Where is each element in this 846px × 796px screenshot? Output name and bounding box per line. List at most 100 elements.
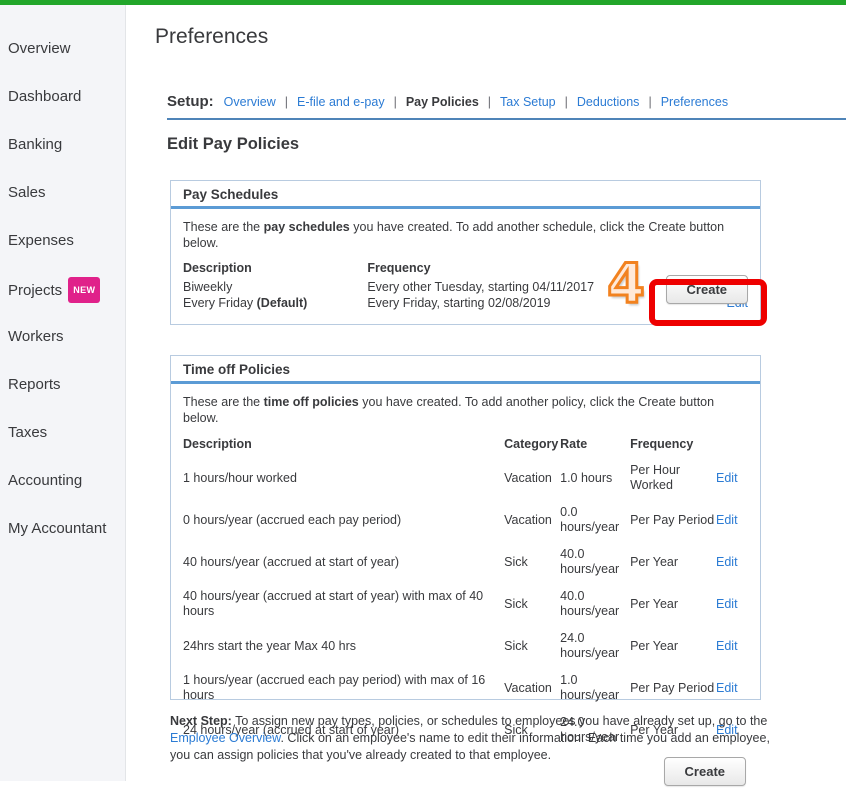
cell-description: 40 hours/year (accrued at start of year) bbox=[183, 554, 400, 569]
edit-link[interactable]: Edit bbox=[716, 471, 738, 485]
sidebar-item-label: Dashboard bbox=[8, 88, 82, 106]
intro-text-bold: time off policies bbox=[263, 395, 359, 409]
cell-description: 0 hours/year (accrued each pay period) bbox=[183, 512, 402, 527]
cell-edit: Edit bbox=[716, 499, 748, 541]
description-text: Every Friday bbox=[183, 296, 257, 310]
cell-description: 40 hours/year (accrued at start of year)… bbox=[183, 589, 484, 618]
table-row: Biweekly Every other Tuesday, starting 0… bbox=[183, 279, 748, 295]
create-pay-schedule-button[interactable]: Create bbox=[665, 275, 748, 304]
cell-frequency: Every other Tuesday, starting 04/11/2017 bbox=[367, 280, 595, 294]
column-header-frequency: Frequency bbox=[367, 261, 431, 275]
cell-description: 1 hours/year (accrued each pay period) w… bbox=[183, 673, 486, 702]
cell-frequency: Per Pay Period bbox=[630, 680, 715, 695]
setup-link-preferences[interactable]: Preferences bbox=[661, 95, 728, 109]
sidebar-item-expenses[interactable]: Expenses bbox=[8, 230, 74, 252]
cell-rate: 24.0 hours/year bbox=[560, 631, 620, 660]
cell-frequency: Per Hour Worked bbox=[630, 463, 681, 492]
new-badge: NEW bbox=[68, 277, 101, 303]
sidebar-item-dashboard[interactable]: Dashboard bbox=[8, 86, 81, 108]
edit-link[interactable]: Edit bbox=[716, 639, 738, 653]
pay-schedules-create-wrapper: Create bbox=[665, 275, 748, 304]
description-text: Biweekly bbox=[183, 280, 233, 294]
table-row: 40 hours/year (accrued at start of year)… bbox=[183, 541, 748, 583]
setup-label: Setup: bbox=[167, 93, 214, 110]
cell-category: Vacation bbox=[504, 680, 552, 695]
next-step-label: Next Step: bbox=[170, 714, 232, 728]
column-header-frequency: Frequency bbox=[630, 437, 694, 451]
sidebar-item-reports[interactable]: Reports bbox=[8, 374, 61, 396]
sidebar-item-label: Sales bbox=[8, 184, 46, 202]
column-header-category: Category bbox=[504, 437, 559, 451]
cell-description: 1 hours/hour worked bbox=[183, 470, 297, 485]
time-off-policies-table: Description Category Rate Frequency 1 ho… bbox=[183, 434, 748, 751]
sidebar-item-projects[interactable]: Projects NEW bbox=[8, 277, 101, 303]
column-header-rate: Rate bbox=[560, 437, 588, 451]
main-content: Preferences Setup: Overview | E-file and e-… bbox=[127, 5, 846, 786]
setup-link-pay-policies[interactable]: Pay Policies bbox=[406, 95, 479, 109]
cell-description: 24hrs start the year Max 40 hrs bbox=[183, 638, 356, 653]
setup-link-tax-setup[interactable]: Tax Setup bbox=[500, 95, 556, 109]
edit-link[interactable]: Edit bbox=[716, 555, 738, 569]
setup-link-overview[interactable]: Overview bbox=[224, 95, 276, 109]
intro-text-pre: These are the bbox=[183, 395, 264, 409]
table-row: 40 hours/year (accrued at start of year)… bbox=[183, 583, 748, 625]
table-header-row: Description Frequency bbox=[183, 259, 748, 279]
pay-schedules-panel-body: These are the pay schedules you have cre… bbox=[171, 209, 760, 321]
sidebar: Overview Dashboard Banking Sales Expense… bbox=[0, 5, 126, 781]
column-header-description: Description bbox=[183, 437, 252, 451]
cell-edit: Edit bbox=[716, 667, 748, 709]
cell-category: Vacation bbox=[504, 470, 552, 485]
cell-rate: 40.0 hours/year bbox=[560, 547, 620, 576]
time-off-policies-intro: These are the time off policies you have… bbox=[183, 394, 748, 426]
setup-nav-underline bbox=[167, 118, 846, 120]
cell-category: Vacation bbox=[504, 512, 552, 527]
setup-link-deductions[interactable]: Deductions bbox=[577, 95, 640, 109]
time-off-policies-panel: Time off Policies These are the time off… bbox=[170, 355, 761, 786]
table-row: 24hrs start the year Max 40 hrs Sick 24.… bbox=[183, 625, 748, 667]
edit-link[interactable]: Edit bbox=[716, 597, 738, 611]
cell-category: Sick bbox=[504, 596, 528, 611]
sidebar-item-overview[interactable]: Overview bbox=[8, 38, 71, 60]
sidebar-item-taxes[interactable]: Taxes bbox=[8, 422, 47, 444]
sidebar-item-label: Overview bbox=[8, 40, 71, 58]
table-row: 0 hours/year (accrued each pay period) V… bbox=[183, 499, 748, 541]
edit-link[interactable]: Edit bbox=[716, 681, 738, 695]
setup-link-efile-and-epay[interactable]: E-file and e-pay bbox=[297, 95, 385, 109]
setup-separator: | bbox=[648, 95, 652, 109]
cell-category: Sick bbox=[504, 554, 528, 569]
cell-category: Sick bbox=[504, 638, 528, 653]
setup-separator: | bbox=[487, 95, 492, 109]
cell-description: Biweekly bbox=[183, 279, 367, 295]
next-step-text-before: To assign new pay types, policies, or sc… bbox=[231, 714, 768, 728]
time-off-policies-panel-title: Time off Policies bbox=[171, 356, 760, 384]
sidebar-item-label: Workers bbox=[8, 328, 64, 346]
pay-schedules-panel: Pay Schedules These are the pay schedule… bbox=[170, 180, 761, 325]
cell-rate: 1.0 hours bbox=[560, 470, 613, 485]
intro-text-bold: pay schedules bbox=[263, 220, 350, 234]
page-title: Preferences bbox=[155, 25, 269, 48]
intro-text-pre: These are the bbox=[183, 220, 264, 234]
sidebar-item-banking[interactable]: Banking bbox=[8, 134, 62, 156]
cell-edit: Edit bbox=[716, 625, 748, 667]
sidebar-item-my-accountant[interactable]: My Accountant bbox=[8, 518, 106, 540]
table-row: 1 hours/year (accrued each pay period) w… bbox=[183, 667, 748, 709]
cell-frequency: Per Year bbox=[630, 638, 679, 653]
sidebar-item-accounting[interactable]: Accounting bbox=[8, 470, 82, 492]
cell-rate: 1.0 hours/year bbox=[560, 673, 620, 702]
sidebar-item-workers[interactable]: Workers bbox=[8, 326, 64, 348]
sidebar-item-sales[interactable]: Sales bbox=[8, 182, 46, 204]
table-row: 1 hours/hour worked Vacation 1.0 hours P… bbox=[183, 457, 748, 499]
cell-edit: Edit bbox=[716, 541, 748, 583]
sidebar-item-label: Taxes bbox=[8, 424, 48, 442]
edit-link[interactable]: Edit bbox=[716, 513, 738, 527]
setup-separator: | bbox=[393, 95, 397, 109]
pay-schedules-table: Description Frequency Biweekly Every oth… bbox=[183, 259, 748, 311]
employee-overview-link[interactable]: Employee Overview bbox=[170, 731, 280, 745]
next-step-note: Next Step: To assign new pay types, poli… bbox=[170, 713, 786, 764]
cell-frequency: Every Friday, starting 02/08/2019 bbox=[367, 296, 551, 310]
cell-rate: 40.0 hours/year bbox=[560, 589, 620, 618]
setup-separator: | bbox=[564, 95, 568, 109]
sidebar-item-label: Expenses bbox=[8, 232, 74, 250]
table-header-row: Description Category Rate Frequency bbox=[183, 434, 748, 457]
column-header-description: Description bbox=[183, 261, 252, 275]
